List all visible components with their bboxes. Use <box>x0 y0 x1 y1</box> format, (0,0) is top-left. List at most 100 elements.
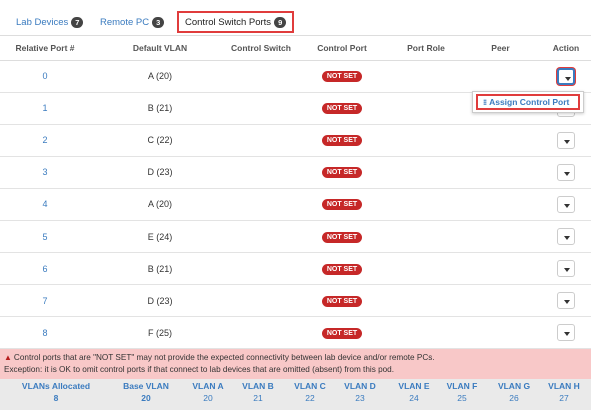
control-port-cell: NOT SET <box>292 220 392 254</box>
action-cell <box>541 156 591 189</box>
control-port-cell: NOT SET <box>292 92 392 125</box>
table-row: 0A (20) NOT SET <box>0 60 591 93</box>
default-vlan: A (20) <box>90 60 230 93</box>
vlan-label: VLAN H <box>548 381 580 391</box>
control-switch <box>230 252 292 286</box>
status-badge: NOT SET <box>321 327 363 339</box>
action-cell <box>541 60 591 93</box>
control-switch <box>230 156 292 189</box>
action-dropdown-button[interactable] <box>557 324 575 342</box>
peer <box>460 284 541 318</box>
warning-triangle-icon: ▲ <box>4 353 12 362</box>
action-cell <box>541 284 591 318</box>
column-header: Control Switch <box>230 36 292 61</box>
count-badge: 7 <box>71 16 84 28</box>
default-vlan: A (20) <box>90 188 230 221</box>
port-role <box>392 92 460 125</box>
status-badge: NOT SET <box>321 295 363 307</box>
relative-port[interactable]: 3 <box>0 156 90 189</box>
peer <box>460 316 541 350</box>
port-role <box>392 188 460 221</box>
vlan-value: 8 <box>53 393 59 403</box>
tab-label: Lab Devices <box>16 16 69 28</box>
count-badge: 3 <box>152 16 165 28</box>
status-badge: NOT SET <box>321 167 363 179</box>
column-header: Relative Port # <box>0 36 90 61</box>
action-dropdown-button[interactable] <box>557 67 575 85</box>
relative-port[interactable]: 5 <box>0 220 90 254</box>
assign-control-port-menu-item[interactable]: ⁝⁝ Assign Control Port <box>476 94 580 110</box>
control-switch <box>230 92 292 125</box>
action-dropdown-button[interactable] <box>557 195 575 213</box>
port-role <box>392 156 460 189</box>
control-port-cell: NOT SET <box>292 316 392 350</box>
table-row: 7D (23) NOT SET <box>0 284 591 318</box>
default-vlan: C (22) <box>90 124 230 157</box>
status-badge: NOT SET <box>321 263 363 275</box>
default-vlan: D (23) <box>90 156 230 189</box>
action-dropdown-menu: ⁝⁝ Assign Control Port <box>472 91 584 113</box>
relative-port[interactable]: 8 <box>0 316 90 350</box>
action-dropdown-button[interactable] <box>557 260 575 278</box>
action-cell <box>541 220 591 254</box>
default-vlan: F (25) <box>90 316 230 350</box>
table-header-row: Relative Port # Default VLAN Control Swi… <box>0 36 591 61</box>
action-dropdown-button[interactable] <box>557 292 575 310</box>
peer <box>460 220 541 254</box>
warning-text: Control ports that are "NOT SET" may not… <box>13 353 435 362</box>
default-vlan: E (24) <box>90 220 230 254</box>
table-row: 2C (22) NOT SET <box>0 124 591 157</box>
relative-port[interactable]: 1 <box>0 92 90 125</box>
status-badge: NOT SET <box>321 135 363 147</box>
column-header: Port Role <box>392 36 460 61</box>
control-port-cell: NOT SET <box>292 284 392 318</box>
vlan-label: VLANs Allocated <box>21 381 91 391</box>
control-port-cell: NOT SET <box>292 156 392 189</box>
table-row: 8F (25) NOT SET <box>0 316 591 350</box>
vlan-summary-item: VLAN H 27 <box>524 381 591 403</box>
action-cell <box>541 316 591 350</box>
relative-port[interactable]: 2 <box>0 124 90 157</box>
status-badge: NOT SET <box>321 71 363 83</box>
relative-port[interactable]: 0 <box>0 60 90 93</box>
table-row: 4A (20) NOT SET <box>0 188 591 221</box>
control-port-cell: NOT SET <box>292 188 392 221</box>
column-header: Default VLAN <box>90 36 230 61</box>
control-switch <box>230 60 292 93</box>
peer <box>460 156 541 189</box>
default-vlan: B (21) <box>90 252 230 286</box>
action-cell <box>541 252 591 286</box>
peer <box>460 60 541 93</box>
control-ports-table: Relative Port # Default VLAN Control Swi… <box>0 36 591 350</box>
tab-control-switch-ports[interactable]: Control Switch Ports 9 <box>177 11 295 33</box>
column-header: Action <box>541 36 591 61</box>
peer <box>460 252 541 286</box>
peer <box>460 124 541 157</box>
default-vlan: D (23) <box>90 284 230 318</box>
control-switch <box>230 188 292 221</box>
warning-line: Exception: it is OK to omit control port… <box>4 365 395 374</box>
tab-remote-pc[interactable]: Remote PC 3 <box>100 10 165 34</box>
tab-label: Control Switch Ports <box>185 16 272 28</box>
relative-port[interactable]: 6 <box>0 252 90 286</box>
tab-lab-devices[interactable]: Lab Devices 7 <box>16 10 84 34</box>
control-switch <box>230 316 292 350</box>
tab-bar: Lab Devices 7 Remote PC 3 Control Switch… <box>0 0 591 36</box>
port-role <box>392 60 460 93</box>
port-role <box>392 284 460 318</box>
warning-banner: ▲ Control ports that are "NOT SET" may no… <box>0 349 591 379</box>
warning-line: ▲ Control ports that are "NOT SET" may no… <box>4 352 587 364</box>
action-dropdown-button[interactable] <box>557 131 575 149</box>
table-row: 3D (23) NOT SET <box>0 156 591 189</box>
count-badge: 9 <box>274 16 287 28</box>
relative-port[interactable]: 7 <box>0 284 90 318</box>
port-role <box>392 252 460 286</box>
vlan-summary-item: VLANs Allocated 8 <box>16 381 96 403</box>
relative-port[interactable]: 4 <box>0 188 90 221</box>
table-row: 6B (21) NOT SET <box>0 252 591 286</box>
action-dropdown-button[interactable] <box>557 228 575 246</box>
action-dropdown-button[interactable] <box>557 163 575 181</box>
tab-label: Remote PC <box>100 16 150 28</box>
peer <box>460 188 541 221</box>
default-vlan: B (21) <box>90 92 230 125</box>
